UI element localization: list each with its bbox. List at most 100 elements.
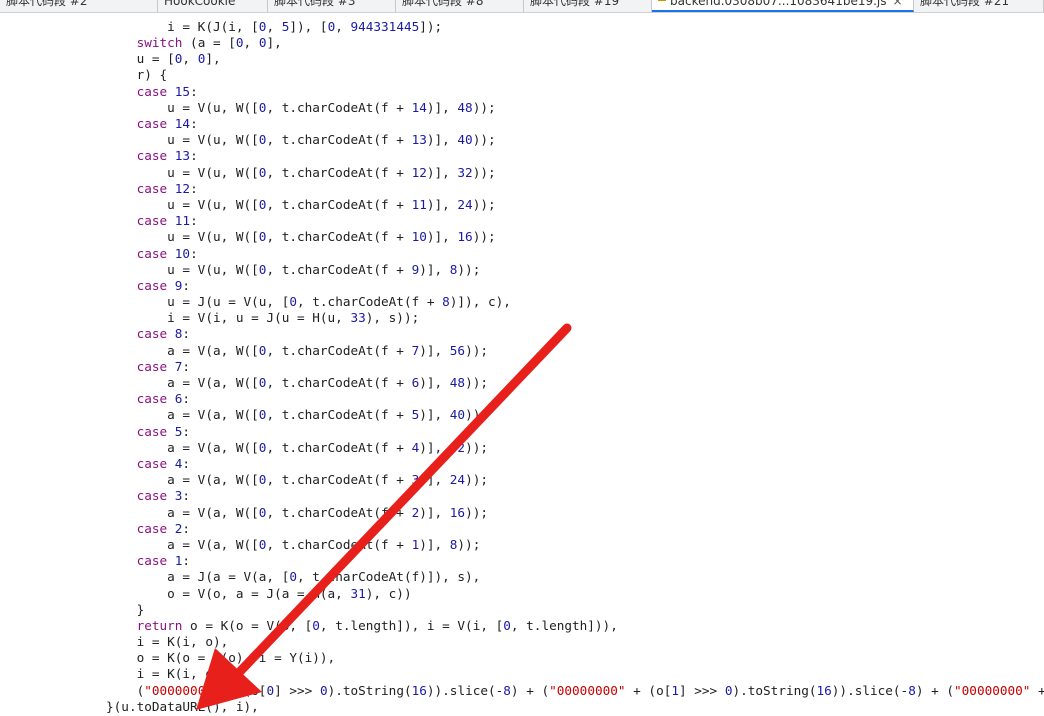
code-line: u = V(u, W([0, t.charCodeAt(f + 14)], 48… (75, 100, 496, 116)
code-token: , (266, 19, 282, 34)
editor-tab-5[interactable]: backend.0308b07...1083641be19.js × (652, 0, 914, 12)
code-token: ] >>> (679, 683, 725, 698)
code-token: case (136, 181, 168, 196)
code-token: 56 (449, 343, 466, 358)
code-line: a = V(a, W([0, t.charCodeAt(f + 5)], 40)… (75, 407, 488, 423)
code-token: 15 (174, 84, 191, 99)
code-editor[interactable]: i = K(i = H(i = V(i, u = J(u, s)), 31), … (0, 0, 1044, 716)
code-line: case 11: (75, 213, 198, 229)
code-token: o = K(o = Y(o), i = Y(i)), (75, 650, 336, 665)
editor-tab-6[interactable]: 脚本代码段 #21 (914, 0, 1044, 12)
code-token: ] >>> (274, 683, 320, 698)
code-token: )); (465, 375, 488, 390)
code-token: )]), c), (449, 294, 511, 309)
code-token: case (136, 424, 168, 439)
editor-tab-2[interactable]: 脚本代码段 #3 (268, 0, 396, 12)
code-token: 0 (266, 683, 275, 698)
code-token: ), c)) (365, 586, 412, 601)
editor-tab-label: backend.0308b07...1083641be19.js (670, 0, 887, 8)
code-token: )], (419, 537, 450, 552)
code-token: "00000000" (144, 683, 221, 698)
code-token: 10 (411, 229, 427, 244)
code-token: , t.charCodeAt(f + (266, 407, 412, 422)
editor-tab-label: 脚本代码段 #2 (6, 0, 88, 8)
code-line: i = K(i, o), (75, 634, 229, 650)
code-line: u = [0, 0], (75, 51, 221, 67)
editor-tab-bar: 脚本代码段 #2 HookCookie 脚本代码段 #3 脚本代码段 #8 脚本代码段 … (0, 0, 1044, 13)
code-token: : (190, 116, 198, 131)
code-token: i = K(i, o), (75, 666, 229, 681)
code-token: , t.charCodeAt(f + (266, 262, 412, 277)
code-token: case (136, 278, 168, 293)
code-token: "00000000" (954, 683, 1031, 698)
code-token: u = V(u, W([ (75, 229, 259, 244)
code-line: case 13: (75, 148, 198, 164)
code-token: , t.charCodeAt(f + (266, 505, 412, 520)
code-token: )], (426, 229, 458, 244)
editor-tab-1[interactable]: HookCookie (158, 0, 268, 12)
code-line: a = V(a, W([0, t.charCodeAt(f + 1)], 8))… (75, 537, 480, 553)
code-line: case 4: (75, 456, 190, 472)
code-token: r) { (75, 67, 168, 82)
code-line: case 5: (75, 424, 190, 440)
code-token: : (182, 488, 191, 503)
code-token: : (182, 359, 191, 374)
code-token: ).toString( (732, 683, 817, 698)
editor-tab-3[interactable]: 脚本代码段 #8 (396, 0, 524, 12)
code-line: i = K(J(i, [0, 5]), [0, 944331445]); (75, 19, 442, 35)
code-token: a = V(a, W([ (75, 472, 259, 487)
code-token: )], (419, 375, 450, 390)
code-token: )); (465, 407, 488, 422)
code-token: )], (426, 165, 458, 180)
code-token: + (o[ (625, 683, 672, 698)
code-token: 1 (671, 683, 679, 698)
code-line: o = V(o, a = J(a = H(a, 31), c)) (75, 586, 411, 602)
close-tab-icon[interactable]: × (893, 0, 903, 7)
code-token: )); (457, 537, 481, 552)
code-token: 32 (449, 440, 466, 455)
editor-tab-0[interactable]: 脚本代码段 #2 (0, 0, 158, 12)
code-token: case (136, 246, 168, 261)
code-token: 0 (235, 35, 244, 50)
code-token: u = [ (75, 51, 175, 66)
editor-tab-4[interactable]: 脚本代码段 #19 (524, 0, 652, 12)
code-token: 8 (908, 683, 916, 698)
code-line: u = V(u, W([0, t.charCodeAt(f + 9)], 8))… (75, 262, 480, 278)
code-line: case 1: (75, 553, 190, 569)
code-token: )); (465, 440, 488, 455)
code-token: a = V(a, W([ (75, 343, 259, 358)
editor-tab-label: 脚本代码段 #3 (274, 0, 356, 8)
code-token: : (182, 326, 191, 341)
code-token: case (136, 488, 168, 503)
code-token: )); (465, 505, 488, 520)
js-file-icon (658, 0, 666, 1)
code-token: : (190, 84, 198, 99)
code-token: u = V(u, W([ (75, 132, 259, 147)
code-token: case (136, 148, 168, 163)
code-line: case 6: (75, 391, 190, 407)
code-token: 8 (503, 683, 511, 698)
code-token: o = V(o, a = J(a = H(a, (75, 586, 351, 601)
code-token: u = V(u, W([ (75, 165, 259, 180)
code-token: , (335, 19, 351, 34)
code-token: : (190, 246, 198, 261)
code-token: )).slice(- (831, 683, 909, 698)
code-token: 40 (457, 132, 473, 147)
editor-tab-label: HookCookie (164, 0, 236, 8)
code-line: u = V(u, W([0, t.charCodeAt(f + 13)], 40… (75, 132, 496, 148)
code-token: : (190, 213, 198, 228)
code-token: : (182, 424, 191, 439)
